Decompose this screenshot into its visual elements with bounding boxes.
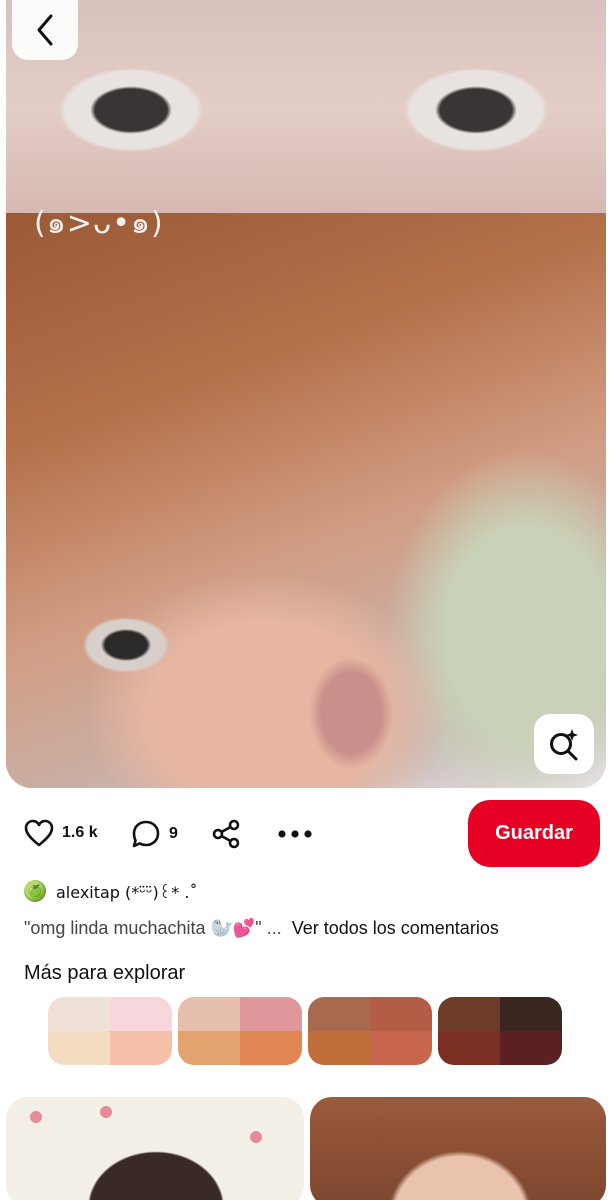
like-button[interactable]: 1.6 k [24, 819, 98, 847]
palette-swatch [500, 1031, 562, 1065]
view-all-comments-link[interactable]: Ver todos los comentarios [292, 918, 499, 939]
pin-image[interactable]: (๑>ᴗ•๑) [6, 0, 606, 788]
color-palette-1[interactable] [48, 997, 172, 1065]
comment-button[interactable]: 9 [131, 819, 178, 849]
pin-author[interactable]: 🍏 alexitap (*ᵕ̈ᵕ̈)꒰* .˚ [24, 880, 197, 902]
author-name: alexitap (*ᵕ̈ᵕ̈)꒰* .˚ [56, 882, 198, 902]
comment-icon [132, 820, 160, 848]
palette-swatch [48, 997, 110, 1031]
heart-icon [24, 819, 54, 847]
pin-photo-top [6, 0, 606, 213]
palette-swatch [240, 997, 302, 1031]
palette-swatch [110, 997, 172, 1031]
visual-search-icon [550, 729, 578, 761]
palette-swatch [48, 1031, 110, 1065]
related-pins [6, 1097, 606, 1200]
palette-swatch [370, 997, 432, 1031]
palette-swatch [240, 1031, 302, 1065]
palette-swatch [438, 997, 500, 1031]
share-button[interactable] [212, 819, 242, 849]
like-count: 1.6 k [62, 824, 98, 841]
related-pin-1[interactable] [6, 1097, 304, 1200]
visual-search-button[interactable] [534, 714, 594, 774]
pin-photo-bottom [6, 213, 606, 788]
more-options-button[interactable] [276, 819, 314, 849]
author-avatar: 🍏 [24, 880, 46, 902]
pin-overlay-text: (๑>ᴗ•๑) [34, 206, 164, 241]
color-palette-2[interactable] [178, 997, 302, 1065]
related-pin-2[interactable] [310, 1097, 606, 1200]
color-palette-4[interactable] [438, 997, 562, 1065]
color-palettes [48, 997, 562, 1065]
palette-swatch [178, 1031, 240, 1065]
comment-preview[interactable]: "omg linda muchachita 🦭💕" ... Ver todos … [24, 918, 499, 939]
palette-swatch [308, 997, 370, 1031]
palette-swatch [500, 997, 562, 1031]
comment-text: "omg linda muchachita 🦭💕" ... [24, 918, 282, 938]
more-icon [278, 830, 312, 838]
chevron-left-icon [37, 14, 53, 46]
palette-swatch [178, 997, 240, 1031]
palette-swatch [110, 1031, 172, 1065]
save-button[interactable]: Guardar [468, 800, 600, 867]
action-bar: 1.6 k 9 Guardar [0, 800, 612, 868]
palette-swatch [438, 1031, 500, 1065]
explore-title: Más para explorar [24, 962, 186, 984]
color-palette-3[interactable] [308, 997, 432, 1065]
share-icon [212, 819, 240, 849]
palette-swatch [370, 1031, 432, 1065]
back-button[interactable] [12, 0, 78, 60]
comment-count: 9 [169, 825, 178, 842]
palette-swatch [308, 1031, 370, 1065]
